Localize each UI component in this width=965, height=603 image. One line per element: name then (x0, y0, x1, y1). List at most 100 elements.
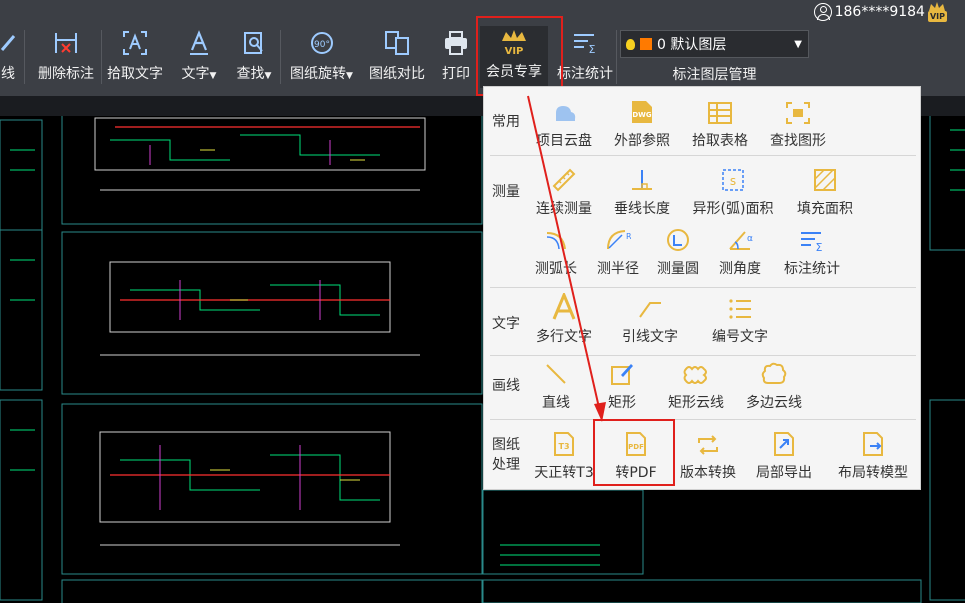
menu-item-pick-table[interactable]: 拾取表格 (684, 95, 756, 150)
compare-icon (385, 31, 409, 55)
vip-crown-icon: VIP (927, 2, 947, 22)
account-username: 186****9184 (834, 4, 925, 20)
menu-item-label: 天正转T3 (534, 465, 594, 481)
menu-item-continuous-measure[interactable]: 连续测量 (528, 163, 600, 218)
menu-item-arc-length[interactable]: 测弧长 (528, 223, 584, 278)
svg-text:R: R (626, 232, 631, 241)
pick-text-icon (123, 31, 147, 55)
rotate-drawing-label: 图纸旋转 (290, 66, 347, 82)
menu-item-straight-line[interactable]: 直线 (528, 357, 584, 412)
menu-item-label: 项目云盘 (536, 133, 592, 149)
text-dropdown-row: 文字▼ (182, 63, 217, 83)
menu-item-rect-cloud[interactable]: 矩形云线 (658, 357, 734, 412)
menu-item-fill-area[interactable]: 填充面积 (786, 163, 864, 218)
stats-list-icon: Σ (801, 232, 823, 253)
chevron-down-icon: ▼ (794, 38, 802, 50)
print-label: 打印 (442, 66, 470, 82)
menu-item-label: 多边云线 (746, 395, 802, 411)
leader-line-icon (639, 302, 661, 318)
polygon-cloud-icon (761, 362, 787, 384)
text-dropdown-button[interactable]: 文字▼ (176, 28, 222, 86)
rotate-90-text: 90° (314, 40, 330, 50)
menu-item-perpendicular-length[interactable]: 垂线长度 (606, 163, 678, 218)
menu-item-partial-export[interactable]: 局部导出 (748, 427, 820, 482)
menu-item-measure-angle[interactable]: α 测角度 (712, 223, 768, 278)
toolbar-divider (280, 30, 281, 84)
compare-drawing-label: 图纸对比 (369, 66, 425, 82)
text-dropdown-label: 文字 (181, 66, 210, 82)
dwg-text: DWG (632, 111, 652, 119)
menu-item-annotation-stats[interactable]: Σ 标注统计 (776, 223, 848, 278)
menu-item-radius[interactable]: R 测半径 (590, 223, 646, 278)
convert-arrows-icon (698, 435, 718, 455)
draw-line-button[interactable]: 画线 (0, 28, 24, 86)
delete-annotation-button[interactable]: 删除标注 (32, 28, 100, 86)
menu-item-label: 直线 (542, 395, 570, 411)
menu-item-irregular-area[interactable]: s 异形(弧)面积 (684, 163, 782, 218)
t3-text: T3 (558, 442, 569, 451)
draw-line-label: 画线 (0, 66, 15, 82)
text-a-icon (190, 30, 208, 55)
section-title-common: 常用 (492, 114, 520, 130)
menu-item-project-cloud[interactable]: 项目云盘 (528, 95, 600, 150)
sigma-text: Σ (589, 43, 596, 55)
menu-item-measure-circle[interactable]: 测量圆 (650, 223, 706, 278)
compare-drawing-button[interactable]: 图纸对比 (362, 28, 432, 86)
menu-item-label: 矩形云线 (668, 395, 724, 411)
menu-item-polygon-cloud[interactable]: 多边云线 (738, 357, 810, 412)
account-info[interactable]: 186****9184 VIP (813, 1, 947, 23)
pick-text-label: 拾取文字 (107, 66, 163, 82)
dwg-file-icon: DWG (632, 101, 652, 123)
menu-item-label: 测半径 (597, 261, 639, 277)
layer-select-value: 0 默认图层 (657, 37, 727, 53)
user-icon (813, 3, 832, 21)
menu-item-label: 垂线长度 (614, 201, 670, 217)
rotate-drawing-button[interactable]: 90° 图纸旋转▼ (283, 28, 360, 86)
menu-item-rectangle[interactable]: 矩形 (594, 357, 650, 412)
delete-dimension-icon (55, 33, 77, 53)
find-shape-icon (786, 102, 810, 124)
print-button[interactable]: 打印 (436, 28, 476, 86)
big-a-icon (552, 293, 576, 320)
section-title-draw-line: 画线 (492, 378, 520, 394)
menu-item-numbered-text[interactable]: 编号文字 (704, 291, 776, 346)
svg-text:s: s (730, 174, 736, 188)
find-dropdown-button[interactable]: 查找▼ (230, 28, 278, 86)
radius-icon: R (607, 230, 631, 250)
menu-item-version-convert[interactable]: 版本转换 (672, 427, 744, 482)
angle-icon: α (729, 231, 753, 250)
pick-text-button[interactable]: 拾取文字 (103, 28, 167, 86)
perpendicular-icon (632, 170, 652, 190)
menu-item-leader-text[interactable]: 引线文字 (614, 291, 686, 346)
irregular-area-icon: s (722, 169, 744, 191)
layout-convert-icon (863, 432, 883, 456)
menu-item-external-ref[interactable]: DWG 外部参照 (606, 95, 678, 150)
rotate-90-icon: 90° (310, 32, 333, 54)
rectangle-edit-icon (611, 364, 633, 385)
menu-item-label: 外部参照 (614, 133, 670, 149)
chevron-down-icon: ▼ (209, 71, 217, 81)
annotation-stats-label: 标注统计 (557, 66, 613, 82)
vip-highlight-box (476, 16, 563, 96)
export-file-icon (774, 432, 794, 456)
menu-item-label: 测角度 (719, 261, 761, 277)
menu-item-label: 连续测量 (536, 201, 592, 217)
menu-item-label: 局部导出 (756, 465, 812, 481)
menu-item-multiline-text[interactable]: 多行文字 (528, 291, 600, 346)
rect-cloud-icon (683, 366, 707, 384)
menu-item-layout-to-model[interactable]: 布局转模型 (828, 427, 918, 482)
menu-item-label: 标注统计 (784, 261, 840, 277)
menu-item-label: 布局转模型 (838, 465, 908, 481)
toolbar-divider (101, 30, 102, 84)
menu-divider (490, 355, 916, 356)
menu-item-label: 填充面积 (797, 201, 853, 217)
table-icon (708, 102, 732, 124)
find-dropdown-label: 查找 (236, 66, 265, 82)
menu-item-tangent-to-t3[interactable]: T3 天正转T3 (528, 427, 600, 482)
printer-icon (445, 31, 467, 55)
layer-select[interactable]: 0 默认图层 ▼ (620, 30, 809, 58)
menu-item-find-shape[interactable]: 查找图形 (762, 95, 834, 150)
sigma-text: Σ (816, 241, 823, 253)
vip-menu: 常用 项目云盘 DWG 外部参照 拾取表格 查找图形 测量 连续测量 垂线长度 … (483, 86, 921, 490)
find-icon (244, 32, 263, 54)
